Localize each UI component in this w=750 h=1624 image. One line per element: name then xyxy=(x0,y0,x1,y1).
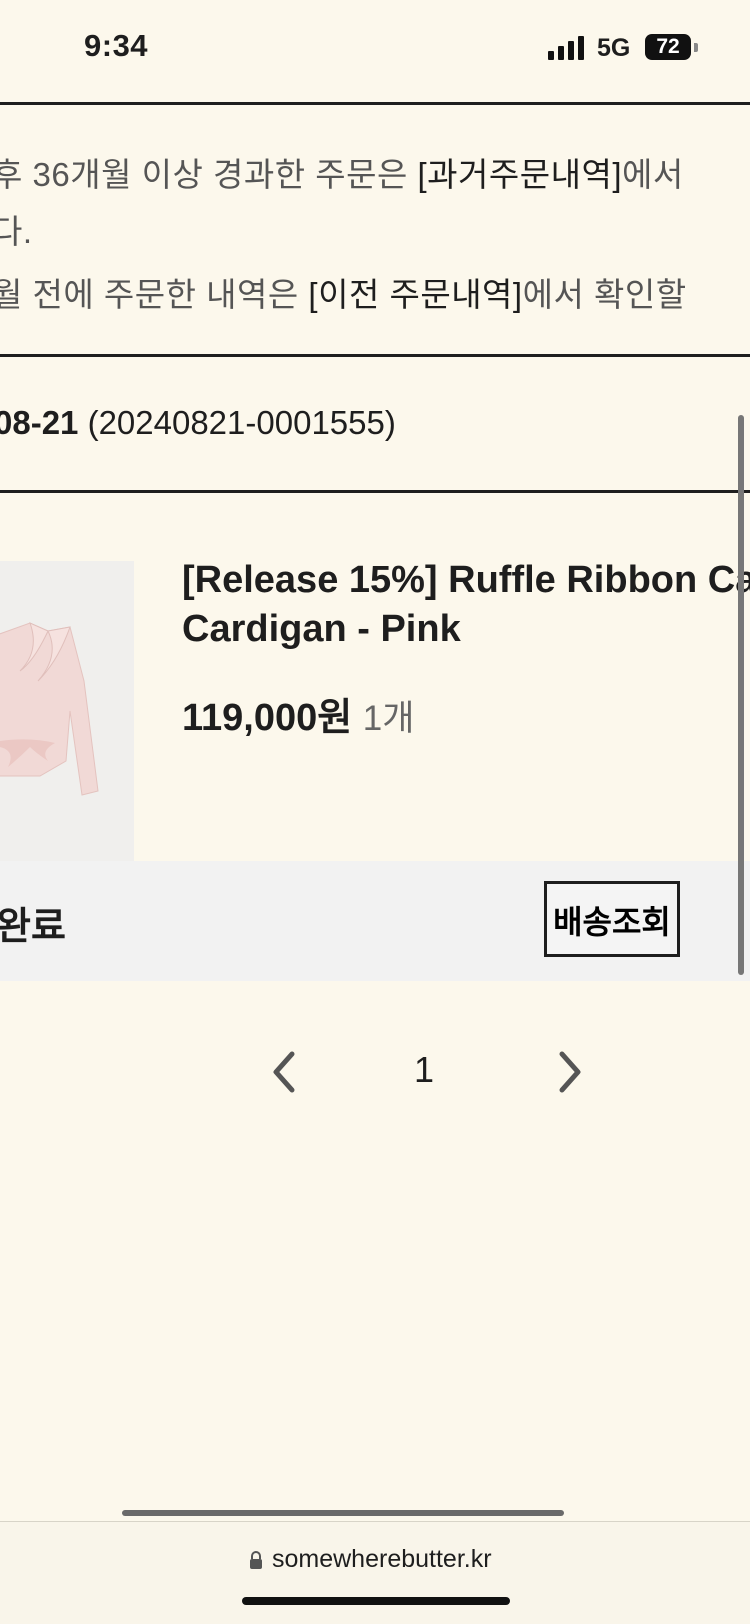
product-image[interactable] xyxy=(0,561,134,861)
product-title-line-2: Cardigan - Pink xyxy=(182,608,461,650)
product-quantity: 1개 xyxy=(362,699,415,738)
track-shipment-button[interactable]: 배송조회 xyxy=(544,881,680,957)
cardigan-image xyxy=(0,622,99,796)
battery-cap-icon xyxy=(694,43,698,52)
battery-icon: 72 xyxy=(645,34,691,60)
home-indicator[interactable] xyxy=(242,1597,510,1605)
divider xyxy=(0,102,750,105)
scrollbar[interactable] xyxy=(738,415,744,975)
previous-orders-link[interactable]: [이전 주문내역] xyxy=(308,276,522,313)
chevron-right-icon xyxy=(559,1051,581,1093)
price-row: 119,000원 1개 xyxy=(182,686,414,741)
network-type: 5G xyxy=(597,34,631,62)
notice-line-1: 후 36개월 이상 경과한 주문은 [과거주문내역]에서 xyxy=(0,148,684,196)
notice-text: 에서 확인할 xyxy=(522,276,687,313)
url-text[interactable]: somewherebutter.kr xyxy=(272,1545,492,1574)
shipment-status: 완료 xyxy=(0,906,66,948)
chevron-left-icon xyxy=(273,1051,295,1093)
product-title[interactable]: [Release 15%] Ruffle Ribbon Ca Cardigan … xyxy=(182,556,750,654)
notice-line-2: 다. xyxy=(0,213,33,250)
order-number: (20240821-0001555) xyxy=(87,404,396,441)
status-time: 9:34 xyxy=(84,28,149,63)
product-title-line-1: [Release 15%] Ruffle Ribbon Ca xyxy=(182,559,750,601)
notice-line-3: 월 전에 주문한 내역은 [이전 주문내역]에서 확인할 xyxy=(0,268,687,316)
current-page[interactable]: 1 xyxy=(414,1049,434,1091)
cellular-signal-icon xyxy=(548,36,586,60)
notice-text: 후 36개월 이상 경과한 주문은 xyxy=(0,156,418,193)
order-date: 08-21 xyxy=(0,404,79,441)
past-orders-link[interactable]: [과거주문내역] xyxy=(418,156,623,193)
prev-page-button[interactable] xyxy=(266,1050,302,1094)
notice-text: 에서 xyxy=(622,156,684,193)
divider xyxy=(0,490,750,493)
product-price: 119,000원 xyxy=(182,697,353,739)
lock-icon xyxy=(248,1550,264,1570)
next-page-button[interactable] xyxy=(552,1050,588,1094)
order-header[interactable]: 08-21 (20240821-0001555) xyxy=(0,404,396,442)
page-scroll-indicator xyxy=(122,1510,564,1516)
notice-text: 월 전에 주문한 내역은 xyxy=(0,276,309,313)
divider xyxy=(0,354,750,357)
